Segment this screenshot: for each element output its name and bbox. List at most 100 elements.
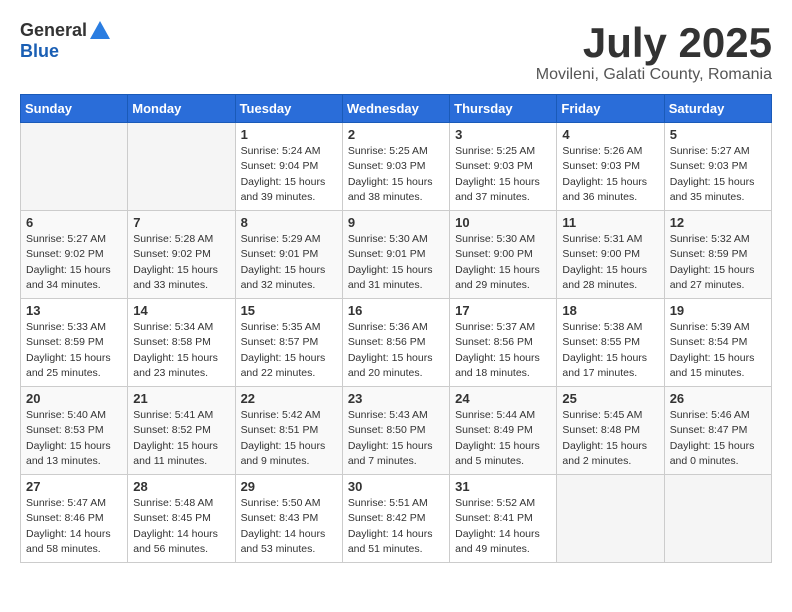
calendar-week-row: 13 Sunrise: 5:33 AMSunset: 8:59 PMDayligh… bbox=[21, 299, 772, 387]
calendar-day-cell: 22 Sunrise: 5:42 AMSunset: 8:51 PMDayligh… bbox=[235, 387, 342, 475]
day-number: 13 bbox=[26, 303, 122, 318]
calendar-day-cell: 5 Sunrise: 5:27 AMSunset: 9:03 PMDaylight… bbox=[664, 123, 771, 211]
calendar-day-cell: 4 Sunrise: 5:26 AMSunset: 9:03 PMDaylight… bbox=[557, 123, 664, 211]
weekday-header-sunday: Sunday bbox=[21, 95, 128, 123]
calendar-subtitle: Movileni, Galati County, Romania bbox=[536, 66, 772, 84]
day-info: Sunrise: 5:43 AMSunset: 8:50 PMDaylight:… bbox=[348, 408, 444, 469]
day-number: 25 bbox=[562, 391, 658, 406]
calendar-week-row: 27 Sunrise: 5:47 AMSunset: 8:46 PMDayligh… bbox=[21, 475, 772, 563]
calendar-day-cell bbox=[557, 475, 664, 563]
page-header: General Blue July 2025 Movileni, Galati … bbox=[20, 20, 772, 84]
day-number: 19 bbox=[670, 303, 766, 318]
calendar-day-cell: 18 Sunrise: 5:38 AMSunset: 8:55 PMDayligh… bbox=[557, 299, 664, 387]
logo-triangle-icon bbox=[90, 21, 110, 39]
calendar-day-cell bbox=[664, 475, 771, 563]
calendar-day-cell: 29Sunrise: 5:50 AMSunset: 8:43 PMDayligh… bbox=[235, 475, 342, 563]
calendar-day-cell: 23 Sunrise: 5:43 AMSunset: 8:50 PMDayligh… bbox=[342, 387, 449, 475]
day-info: Sunrise: 5:24 AMSunset: 9:04 PMDaylight:… bbox=[241, 144, 337, 205]
day-info: Sunrise: 5:40 AMSunset: 8:53 PMDaylight:… bbox=[26, 408, 122, 469]
day-number: 5 bbox=[670, 127, 766, 142]
day-number: 8 bbox=[241, 215, 337, 230]
day-number: 2 bbox=[348, 127, 444, 142]
day-number: 6 bbox=[26, 215, 122, 230]
day-info: Sunrise: 5:25 AMSunset: 9:03 PMDaylight:… bbox=[455, 144, 551, 205]
calendar-day-cell: 27 Sunrise: 5:47 AMSunset: 8:46 PMDayligh… bbox=[21, 475, 128, 563]
day-info: Sunrise: 5:27 AMSunset: 9:02 PMDaylight:… bbox=[26, 232, 122, 293]
day-number: 4 bbox=[562, 127, 658, 142]
calendar-title-area: July 2025 Movileni, Galati County, Roman… bbox=[536, 20, 772, 84]
day-info: Sunrise: 5:44 AMSunset: 8:49 PMDaylight:… bbox=[455, 408, 551, 469]
calendar-day-cell: 24Sunrise: 5:44 AMSunset: 8:49 PMDayligh… bbox=[450, 387, 557, 475]
day-info: Sunrise: 5:34 AMSunset: 8:58 PMDaylight:… bbox=[133, 320, 229, 381]
day-info: Sunrise: 5:26 AMSunset: 9:03 PMDaylight:… bbox=[562, 144, 658, 205]
calendar-day-cell: 12 Sunrise: 5:32 AMSunset: 8:59 PMDayligh… bbox=[664, 211, 771, 299]
day-info: Sunrise: 5:36 AMSunset: 8:56 PMDaylight:… bbox=[348, 320, 444, 381]
day-number: 28 bbox=[133, 479, 229, 494]
calendar-day-cell: 11 Sunrise: 5:31 AMSunset: 9:00 PMDayligh… bbox=[557, 211, 664, 299]
calendar-title: July 2025 bbox=[536, 20, 772, 66]
calendar-day-cell: 25 Sunrise: 5:45 AMSunset: 8:48 PMDayligh… bbox=[557, 387, 664, 475]
weekday-header-wednesday: Wednesday bbox=[342, 95, 449, 123]
day-number: 29 bbox=[241, 479, 337, 494]
calendar-day-cell: 28 Sunrise: 5:48 AMSunset: 8:45 PMDayligh… bbox=[128, 475, 235, 563]
day-number: 21 bbox=[133, 391, 229, 406]
day-info: Sunrise: 5:51 AMSunset: 8:42 PMDaylight:… bbox=[348, 496, 444, 557]
day-info: Sunrise: 5:31 AMSunset: 9:00 PMDaylight:… bbox=[562, 232, 658, 293]
calendar-day-cell: 6 Sunrise: 5:27 AMSunset: 9:02 PMDaylight… bbox=[21, 211, 128, 299]
day-number: 22 bbox=[241, 391, 337, 406]
day-info: Sunrise: 5:41 AMSunset: 8:52 PMDaylight:… bbox=[133, 408, 229, 469]
calendar-day-cell: 8 Sunrise: 5:29 AMSunset: 9:01 PMDaylight… bbox=[235, 211, 342, 299]
day-info: Sunrise: 5:46 AMSunset: 8:47 PMDaylight:… bbox=[670, 408, 766, 469]
calendar-day-cell bbox=[21, 123, 128, 211]
day-info: Sunrise: 5:30 AMSunset: 9:00 PMDaylight:… bbox=[455, 232, 551, 293]
day-info: Sunrise: 5:45 AMSunset: 8:48 PMDaylight:… bbox=[562, 408, 658, 469]
day-info: Sunrise: 5:32 AMSunset: 8:59 PMDaylight:… bbox=[670, 232, 766, 293]
day-info: Sunrise: 5:42 AMSunset: 8:51 PMDaylight:… bbox=[241, 408, 337, 469]
calendar-day-cell bbox=[128, 123, 235, 211]
day-info: Sunrise: 5:37 AMSunset: 8:56 PMDaylight:… bbox=[455, 320, 551, 381]
day-number: 12 bbox=[670, 215, 766, 230]
day-number: 30 bbox=[348, 479, 444, 494]
day-info: Sunrise: 5:48 AMSunset: 8:45 PMDaylight:… bbox=[133, 496, 229, 557]
calendar-day-cell: 7Sunrise: 5:28 AMSunset: 9:02 PMDaylight… bbox=[128, 211, 235, 299]
calendar-day-cell: 16 Sunrise: 5:36 AMSunset: 8:56 PMDayligh… bbox=[342, 299, 449, 387]
day-number: 16 bbox=[348, 303, 444, 318]
day-number: 18 bbox=[562, 303, 658, 318]
calendar-day-cell: 17 Sunrise: 5:37 AMSunset: 8:56 PMDayligh… bbox=[450, 299, 557, 387]
day-number: 17 bbox=[455, 303, 551, 318]
day-info: Sunrise: 5:25 AMSunset: 9:03 PMDaylight:… bbox=[348, 144, 444, 205]
day-info: Sunrise: 5:38 AMSunset: 8:55 PMDaylight:… bbox=[562, 320, 658, 381]
day-number: 27 bbox=[26, 479, 122, 494]
day-number: 11 bbox=[562, 215, 658, 230]
logo: General Blue bbox=[20, 20, 110, 62]
calendar-day-cell: 19Sunrise: 5:39 AMSunset: 8:54 PMDayligh… bbox=[664, 299, 771, 387]
logo-blue-text: Blue bbox=[20, 41, 59, 62]
day-number: 9 bbox=[348, 215, 444, 230]
calendar-day-cell: 14Sunrise: 5:34 AMSunset: 8:58 PMDayligh… bbox=[128, 299, 235, 387]
day-info: Sunrise: 5:29 AMSunset: 9:01 PMDaylight:… bbox=[241, 232, 337, 293]
day-number: 1 bbox=[241, 127, 337, 142]
weekday-header-friday: Friday bbox=[557, 95, 664, 123]
calendar-table: SundayMondayTuesdayWednesdayThursdayFrid… bbox=[20, 94, 772, 563]
day-number: 26 bbox=[670, 391, 766, 406]
calendar-day-cell: 13 Sunrise: 5:33 AMSunset: 8:59 PMDayligh… bbox=[21, 299, 128, 387]
calendar-day-cell: 3 Sunrise: 5:25 AMSunset: 9:03 PMDaylight… bbox=[450, 123, 557, 211]
weekday-header-tuesday: Tuesday bbox=[235, 95, 342, 123]
weekday-header-row: SundayMondayTuesdayWednesdayThursdayFrid… bbox=[21, 95, 772, 123]
day-info: Sunrise: 5:33 AMSunset: 8:59 PMDaylight:… bbox=[26, 320, 122, 381]
calendar-day-cell: 31Sunrise: 5:52 AMSunset: 8:41 PMDayligh… bbox=[450, 475, 557, 563]
day-info: Sunrise: 5:28 AMSunset: 9:02 PMDaylight:… bbox=[133, 232, 229, 293]
day-info: Sunrise: 5:47 AMSunset: 8:46 PMDaylight:… bbox=[26, 496, 122, 557]
calendar-day-cell: 1 Sunrise: 5:24 AMSunset: 9:04 PMDaylight… bbox=[235, 123, 342, 211]
calendar-day-cell: 30 Sunrise: 5:51 AMSunset: 8:42 PMDayligh… bbox=[342, 475, 449, 563]
calendar-day-cell: 9Sunrise: 5:30 AMSunset: 9:01 PMDaylight… bbox=[342, 211, 449, 299]
day-number: 3 bbox=[455, 127, 551, 142]
calendar-week-row: 1 Sunrise: 5:24 AMSunset: 9:04 PMDaylight… bbox=[21, 123, 772, 211]
calendar-day-cell: 2 Sunrise: 5:25 AMSunset: 9:03 PMDaylight… bbox=[342, 123, 449, 211]
day-number: 20 bbox=[26, 391, 122, 406]
day-number: 10 bbox=[455, 215, 551, 230]
day-number: 23 bbox=[348, 391, 444, 406]
day-info: Sunrise: 5:27 AMSunset: 9:03 PMDaylight:… bbox=[670, 144, 766, 205]
calendar-day-cell: 20 Sunrise: 5:40 AMSunset: 8:53 PMDayligh… bbox=[21, 387, 128, 475]
calendar-day-cell: 15Sunrise: 5:35 AMSunset: 8:57 PMDayligh… bbox=[235, 299, 342, 387]
